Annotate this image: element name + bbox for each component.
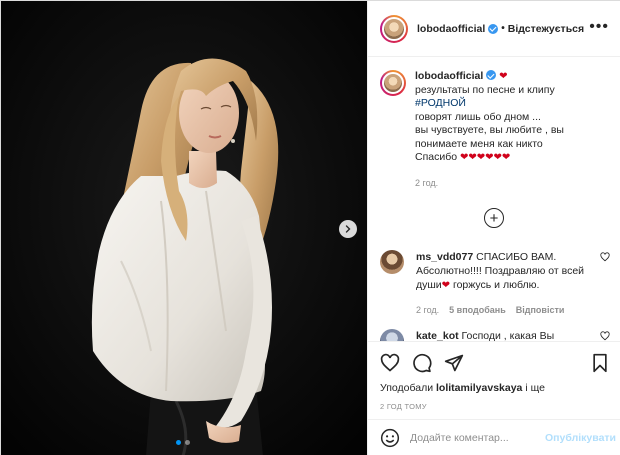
caption-heart: ❤ <box>499 71 508 82</box>
liked-by-suffix[interactable]: і ще <box>525 382 545 394</box>
author-avatar[interactable] <box>380 14 408 43</box>
header-separator: • <box>501 23 505 34</box>
plus-circle-icon: + <box>489 209 499 227</box>
caption-username[interactable]: lobodaofficial <box>415 70 483 82</box>
comment-like-heart-icon[interactable] <box>600 252 610 265</box>
chevron-right-icon <box>345 225 351 233</box>
caption-line: вы чувствуете, вы любите , вы <box>415 124 564 136</box>
caption-line: результаты по песне и клипу <box>415 83 555 96</box>
liked-by-summary: Уподобали lolitamilyavskaya і ще <box>380 382 610 394</box>
paper-plane-icon[interactable] <box>444 353 464 373</box>
follow-status-button[interactable]: Відстежується <box>508 23 584 35</box>
post-dialog: lobodaofficial • Відстежується ••• lobod… <box>0 0 620 455</box>
comment-item: kate_kot Господи , какая Вы <box>380 329 610 341</box>
smiley-icon[interactable] <box>380 428 400 448</box>
liked-by-user-link[interactable]: lolitamilyavskaya <box>436 382 522 394</box>
commenter-avatar[interactable] <box>380 250 404 274</box>
post-header: lobodaofficial • Відстежується ••• <box>368 1 620 57</box>
author-username[interactable]: lobodaofficial <box>417 23 485 35</box>
post-time-ago[interactable]: 2 год тому <box>380 402 610 411</box>
caption-body: lobodaofficial ❤ результаты по песне и к… <box>415 70 605 190</box>
verified-badge-icon <box>486 70 497 80</box>
add-comment-bar: Опублікувати <box>368 419 620 455</box>
post-media[interactable] <box>1 1 367 455</box>
commenter-username[interactable]: kate_kot <box>416 330 459 341</box>
comment-likes-count[interactable]: 5 вподобань <box>449 303 506 317</box>
comment-time[interactable]: 2 год. <box>416 303 439 317</box>
comment-reply-button[interactable]: Відповісти <box>516 303 565 317</box>
post-photo <box>1 1 367 455</box>
comment-like-heart-icon[interactable] <box>600 331 610 341</box>
post-sidebar: lobodaofficial • Відстежується ••• lobod… <box>367 1 620 455</box>
comment-input[interactable] <box>410 432 545 444</box>
comment-text: Господи , какая Вы <box>461 330 555 341</box>
comment-text: горжусь и люблю. <box>452 279 540 291</box>
comment-heart: ❤ <box>441 280 451 291</box>
bookmark-icon[interactable] <box>590 353 610 373</box>
commenter-username[interactable]: ms_vdd077 <box>416 251 473 263</box>
caption-line: Спасибо <box>415 151 458 163</box>
publish-comment-button[interactable]: Опублікувати <box>545 432 616 444</box>
action-icons-row <box>380 350 610 376</box>
caption-time[interactable]: 2 год. <box>415 177 605 191</box>
comment-body: kate_kot Господи , какая Вы <box>416 329 586 341</box>
comment-meta: 2 год. 5 вподобань Відповісти <box>416 303 586 317</box>
commenter-avatar[interactable] <box>380 329 404 341</box>
post-caption: lobodaofficial ❤ результаты по песне и к… <box>368 58 620 190</box>
slide-dot <box>185 440 190 445</box>
more-options-icon[interactable]: ••• <box>589 19 609 35</box>
comment-icon[interactable] <box>412 353 432 373</box>
slide-indicator <box>176 440 190 445</box>
slide-dot-active <box>176 440 181 445</box>
caption-line: понимаете меня как никто <box>415 137 543 150</box>
load-more-comments-button[interactable]: + <box>484 208 504 228</box>
verified-badge-icon <box>488 23 499 34</box>
caption-avatar[interactable] <box>380 70 406 96</box>
comment-body: ms_vdd077 СПАСИБО ВАМ. Абсолютно!!!! Поз… <box>416 250 586 317</box>
comments-list[interactable]: lobodaofficial ❤ результаты по песне и к… <box>368 58 620 341</box>
caption-hashtag-link[interactable]: #РОДНОЙ <box>415 97 466 109</box>
heart-outline-icon[interactable] <box>380 353 400 373</box>
comment-item: ms_vdd077 СПАСИБО ВАМ. Абсолютно!!!! Поз… <box>380 250 610 317</box>
caption-line: говорят лишь обо дном ... <box>415 110 541 123</box>
liked-by-prefix: Уподобали <box>380 382 434 394</box>
next-slide-button[interactable] <box>339 220 357 238</box>
caption-hearts: ❤❤❤❤❤❤ <box>460 152 511 163</box>
post-actions: Уподобали lolitamilyavskaya і ще 2 год т… <box>368 341 620 411</box>
